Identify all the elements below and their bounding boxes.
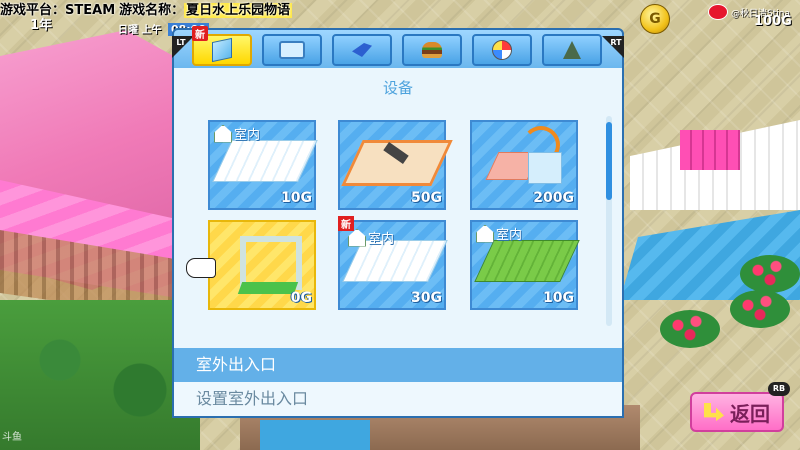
hud-year: 1年 (30, 18, 53, 33)
burger-icon (422, 42, 442, 58)
lt-button[interactable]: LT (172, 36, 194, 58)
house-icon (348, 228, 366, 247)
selected-item-description: 设置室外出入口 (172, 382, 624, 418)
item-card-selected[interactable]: 0G (208, 220, 316, 310)
tab-nature[interactable] (542, 34, 602, 66)
item-card[interactable]: 室内 10G (470, 220, 580, 310)
tab-toys[interactable] (472, 34, 532, 66)
beach-chair-icon (352, 43, 372, 57)
green-mat (237, 282, 299, 294)
indoor-tag: 室内 (476, 224, 522, 243)
back-label: 返回 (730, 401, 770, 426)
hud-day: 日曜 (118, 25, 138, 36)
flower-bed (740, 255, 800, 293)
grass-area (0, 300, 200, 450)
bathtub-icon (279, 41, 305, 59)
flower-bed (660, 310, 720, 348)
indoor-label: 室内 (368, 232, 395, 247)
item-price: 50G (411, 190, 442, 206)
grass-tile-floor (474, 240, 580, 282)
indoor-label: 室内 (234, 128, 261, 143)
hand-pointer-icon (186, 258, 216, 278)
item-price: 10G (543, 290, 574, 306)
weibo-icon (708, 4, 728, 20)
item-card[interactable]: 室内 10G (208, 120, 318, 210)
selected-item-name: 室外出入口 (172, 348, 624, 382)
category-title: 设备 (382, 79, 413, 97)
return-arrow-icon (704, 403, 724, 421)
tab-food[interactable] (402, 34, 462, 66)
tab-equipment[interactable]: 新 (192, 26, 252, 66)
build-menu-panel: LT 新 RT 设备 室内 10G 50G 200G 0G 新 室内 30G 室… (172, 26, 624, 420)
pink-lockers (680, 130, 740, 170)
scrollbar-thumb[interactable] (606, 122, 612, 200)
item-card[interactable]: 200G (470, 120, 578, 210)
pool-bottom (260, 420, 370, 450)
item-price: 10G (281, 190, 312, 206)
ticker-platform: STEAM (65, 3, 116, 18)
rt-button[interactable]: RT (602, 36, 624, 58)
cube-icon (212, 37, 232, 63)
tree-icon (563, 41, 581, 59)
glass-cube-icon (528, 152, 562, 184)
item-price: 30G (411, 290, 442, 306)
white-tile-floor (212, 140, 318, 182)
tab-pools[interactable] (262, 34, 322, 66)
rb-button-hint: RB (768, 382, 790, 396)
indoor-tag: 室内 (214, 124, 260, 143)
indoor-tag: 室内 (348, 228, 394, 247)
money-display: 100G (754, 14, 792, 29)
item-card[interactable]: 50G (338, 120, 453, 210)
item-card[interactable]: 新 室内 30G (338, 216, 448, 310)
house-icon (476, 224, 494, 243)
item-price: 0G (290, 290, 312, 306)
beach-ball-icon (492, 40, 512, 60)
hud-ampm: 上午 (141, 25, 162, 36)
indoor-label: 室内 (496, 228, 523, 243)
item-list: 设备 室内 10G 50G 200G 0G 新 室内 30G 室内 10G (172, 68, 624, 348)
ticker-name-label: 游戏名称： (119, 3, 185, 18)
category-tabs: LT 新 RT (172, 26, 624, 70)
coin-icon: G (640, 4, 670, 34)
tab-chairs[interactable] (332, 34, 392, 66)
flower-bed (730, 290, 790, 328)
tab-new-badge: 新 (192, 26, 208, 41)
stream-watermark: 斗鱼 (2, 432, 22, 443)
back-button[interactable]: 返回 (690, 392, 784, 432)
item-price: 200G (533, 190, 574, 206)
ticker-game-name: 夏日水上乐园物语 (184, 3, 293, 18)
house-icon (214, 124, 232, 143)
